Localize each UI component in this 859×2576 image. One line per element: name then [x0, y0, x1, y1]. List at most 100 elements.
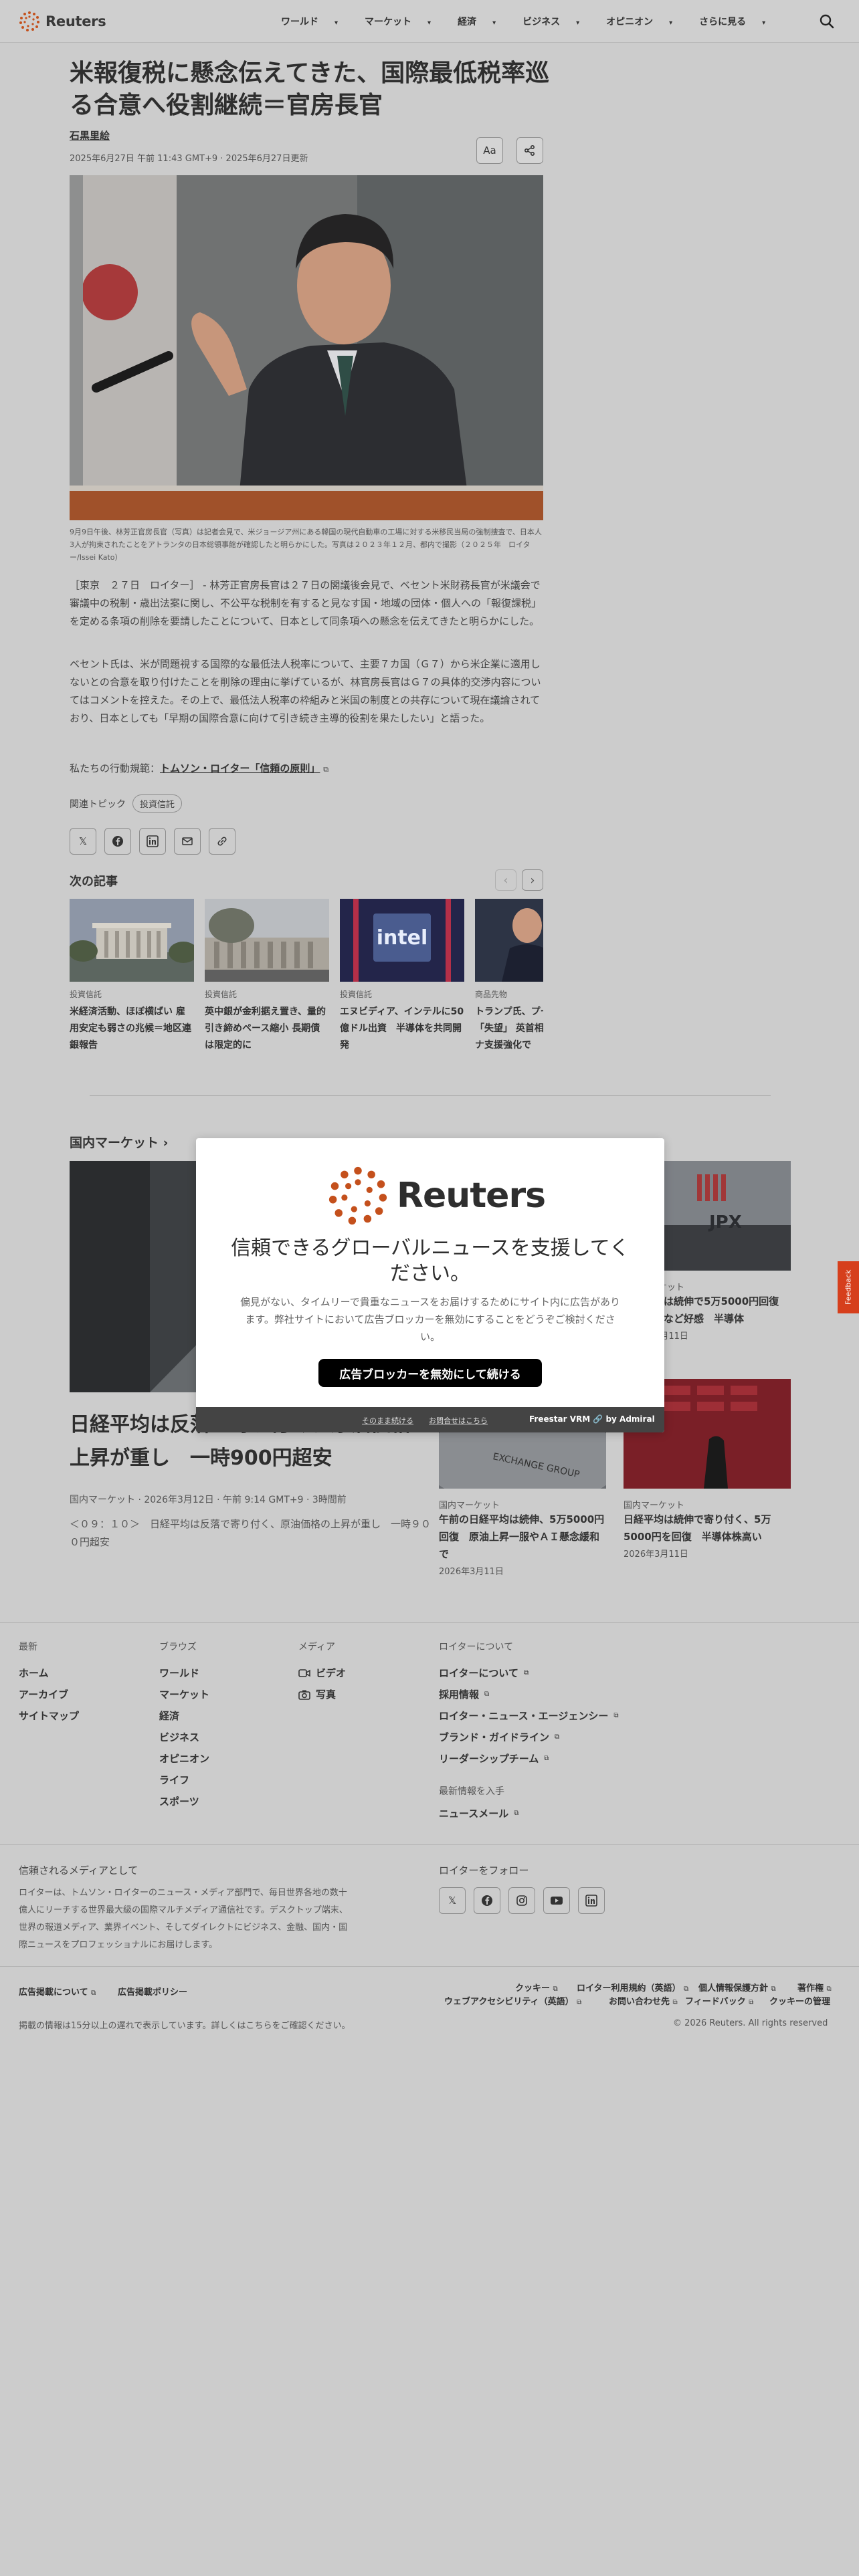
nav-markets[interactable]: マーケット ▾	[365, 15, 444, 28]
share-linkedin-button[interactable]	[139, 828, 166, 855]
footer-link[interactable]: アーカイブ	[19, 1684, 79, 1705]
text-size-button[interactable]: Aa	[476, 137, 503, 164]
contact-link[interactable]: お問合せはこちら	[429, 1415, 488, 1426]
cookies-link[interactable]: クッキー ⧉	[515, 1981, 558, 1994]
follow-facebook-button[interactable]	[474, 1887, 500, 1914]
footer-link[interactable]: ライフ	[159, 1769, 209, 1791]
follow-youtube-button[interactable]	[543, 1887, 570, 1914]
external-link-icon: ⧉	[771, 1985, 776, 1993]
share-x-button[interactable]: 𝕏	[70, 828, 96, 855]
next-article-card[interactable]: 投資信託 英中銀が金利据え置き、量的引き締めペース縮小 長期債は限定的に	[205, 899, 329, 1054]
follow-instagram-button[interactable]	[508, 1887, 535, 1914]
footer-link[interactable]: ロイターについて ⧉	[439, 1662, 619, 1684]
site-header: Reuters ワールド ▾ マーケット ▾ 経済 ▾ ビジネス ▾ オピニオン ▾ さら…	[0, 0, 859, 43]
data-delay-disclaimer: 掲載の情報は15分以上の遅れで表示しています。詳しくはこちらをご確認ください。	[19, 2021, 351, 2031]
article-paragraph-1: ［東京 ２７日 ロイター］ - 林芳正官房長官は２７日の閣議後会見で、ベセント米…	[70, 579, 542, 627]
feedback-tab[interactable]: Feedback	[838, 1261, 859, 1313]
privacy-link[interactable]: 個人情報保護方針 ⧉	[698, 1981, 776, 1994]
card-title: エヌビディア、インテルに50億ドル出資 半導体を共同開発	[340, 1006, 464, 1051]
newsletter-link[interactable]: ニュースメール ⧉	[439, 1803, 619, 1824]
nav-label: ビジネス	[522, 17, 561, 27]
carousel-prev-button[interactable]: ‹	[495, 869, 516, 891]
next-article-card[interactable]: 商品先物 トランプ氏、プーチン氏に「失望」 英首相とウクライナ支援強化で	[475, 899, 543, 1054]
trust-principles-link[interactable]: トムソン・ロイター「信頼の原則」	[160, 762, 320, 774]
nav-label: ワールド	[281, 17, 318, 27]
nav-world[interactable]: ワールド ▾	[281, 15, 351, 28]
ad-info-link[interactable]: 広告掲載について ⧉	[19, 1985, 96, 1998]
card-category: 商品先物	[475, 990, 508, 999]
reuters-logo[interactable]: Reuters	[19, 10, 106, 33]
footer-link[interactable]: ブランド・ガイドライン ⧉	[439, 1727, 619, 1748]
freestar-brand[interactable]: Freestar VRM 🔗 by Admiral	[529, 1414, 655, 1424]
follow-linkedin-button[interactable]	[578, 1887, 605, 1914]
copy-link-button[interactable]	[209, 828, 235, 855]
footer-link-label: クッキー	[515, 1983, 551, 1994]
footer-link[interactable]: リーダーシップチーム ⧉	[439, 1748, 619, 1769]
ad-policy-link[interactable]: 広告掲載ポリシー	[118, 1985, 187, 1998]
video-icon	[298, 1669, 310, 1677]
search-button[interactable]	[816, 11, 838, 32]
nav-economy[interactable]: 経済 ▾	[458, 15, 509, 28]
footer-link-video[interactable]: ビデオ	[298, 1662, 346, 1684]
nav-opinion[interactable]: オピニオン ▾	[606, 15, 686, 28]
nav-label: マーケット	[365, 17, 412, 27]
author-link[interactable]: 石黒里絵	[70, 128, 110, 142]
continue-link[interactable]: そのまま続ける	[362, 1415, 413, 1426]
article-title: 米報復税に懸念伝えてきた、国際最低税率巡る合意へ役割継続＝官房長官	[70, 60, 550, 119]
card-category: 投資信託	[340, 990, 373, 999]
topic-pill[interactable]: 投資信託	[132, 794, 183, 813]
footer-link[interactable]: ホーム	[19, 1662, 79, 1684]
card-title: 英中銀が金利据え置き、量的引き締めペース縮小 長期債は限定的に	[205, 1006, 326, 1051]
footer-link-label: ロイターについて	[439, 1667, 518, 1679]
next-article-card[interactable]: 投資信託 米経済活動、ほぼ横ばい 雇用安定も弱さの兆候＝地区連銀報告	[70, 899, 194, 1054]
trump-photo-image	[475, 899, 543, 982]
nav-business[interactable]: ビジネス ▾	[522, 15, 593, 28]
disable-adblock-button[interactable]: 広告ブロッカーを無効にして続ける	[318, 1359, 542, 1387]
footer-link[interactable]: マーケット	[159, 1684, 209, 1705]
chevron-down-icon: ▾	[492, 19, 496, 27]
share-facebook-button[interactable]	[104, 828, 131, 855]
footer-link[interactable]: サイトマップ	[19, 1705, 79, 1727]
external-link-icon: ⧉	[555, 1733, 560, 1741]
card-title: トランプ氏、プーチン氏に「失望」 英首相とウクライナ支援強化で	[475, 1006, 543, 1051]
contact-us-link[interactable]: お問い合わせ先 ⧉	[609, 1994, 678, 2007]
domestic-market-heading[interactable]: 国内マーケット ›	[70, 1133, 168, 1151]
footer-link[interactable]: スポーツ	[159, 1791, 209, 1812]
next-article-card[interactable]: intel 投資信託 エヌビディア、インテルに50億ドル出資 半導体を共同開発	[340, 899, 464, 1054]
external-link-icon: ⧉	[323, 765, 329, 774]
footer-link[interactable]: ロイター・ニュース・エージェンシー ⧉	[439, 1705, 619, 1727]
external-link-icon: ⧉	[577, 1999, 582, 2006]
footer-heading: メディア	[298, 1642, 336, 1652]
external-link-icon: ⧉	[672, 1999, 678, 2006]
footer-link[interactable]: 採用情報 ⧉	[439, 1684, 619, 1705]
terms-link[interactable]: ロイター利用規約（英語） ⧉	[577, 1981, 688, 1994]
camera-icon	[298, 1690, 310, 1700]
footer-link-photos[interactable]: 写真	[298, 1684, 346, 1705]
federal-reserve-building-image	[70, 899, 194, 982]
follow-x-button[interactable]: 𝕏	[439, 1887, 466, 1914]
footer-heading: ブラウズ	[159, 1642, 197, 1652]
card-title: 日経平均は続伸で寄り付く、5万5000円を回復 半導体株高い	[624, 1513, 771, 1543]
footer-link[interactable]: ワールド	[159, 1662, 209, 1684]
main-nav: ワールド ▾ マーケット ▾ 経済 ▾ ビジネス ▾ オピニオン ▾ さらに見る ▾	[281, 15, 792, 28]
feedback-link[interactable]: フィードバック ⧉	[685, 1994, 753, 2007]
external-link-icon: ⧉	[484, 1691, 490, 1698]
manage-cookies-link[interactable]: クッキーの管理	[769, 1994, 830, 2007]
nav-more[interactable]: さらに見る ▾	[699, 15, 779, 28]
share-button[interactable]	[516, 137, 543, 164]
article-paragraph-2: ベセント氏は、米が問題視する国際的な最低法人税率について、主要７カ国（Ｇ７）から…	[70, 658, 541, 724]
press-conference-photo	[70, 175, 543, 520]
external-link-icon: ⧉	[544, 1755, 549, 1762]
footer-link[interactable]: ビジネス	[159, 1727, 209, 1748]
accessibility-link[interactable]: ウェブアクセシビリティ（英語） ⧉	[444, 1994, 581, 2007]
footer-heading: ロイターについて	[439, 1642, 514, 1652]
footer-link[interactable]: 経済	[159, 1705, 209, 1727]
footer-link[interactable]: オピニオン	[159, 1748, 209, 1769]
related-topics-label: 関連トピック	[70, 798, 126, 810]
modal-title: 信頼できるグローバルニュースを支援してください。	[231, 1237, 630, 1285]
carousel-next-button[interactable]: ›	[522, 869, 543, 891]
article-thumbnail: intel	[340, 899, 464, 982]
copyright-link[interactable]: 著作権 ⧉	[797, 1981, 832, 1994]
share-email-button[interactable]	[174, 828, 201, 855]
external-link-icon: ⧉	[553, 1985, 558, 1993]
